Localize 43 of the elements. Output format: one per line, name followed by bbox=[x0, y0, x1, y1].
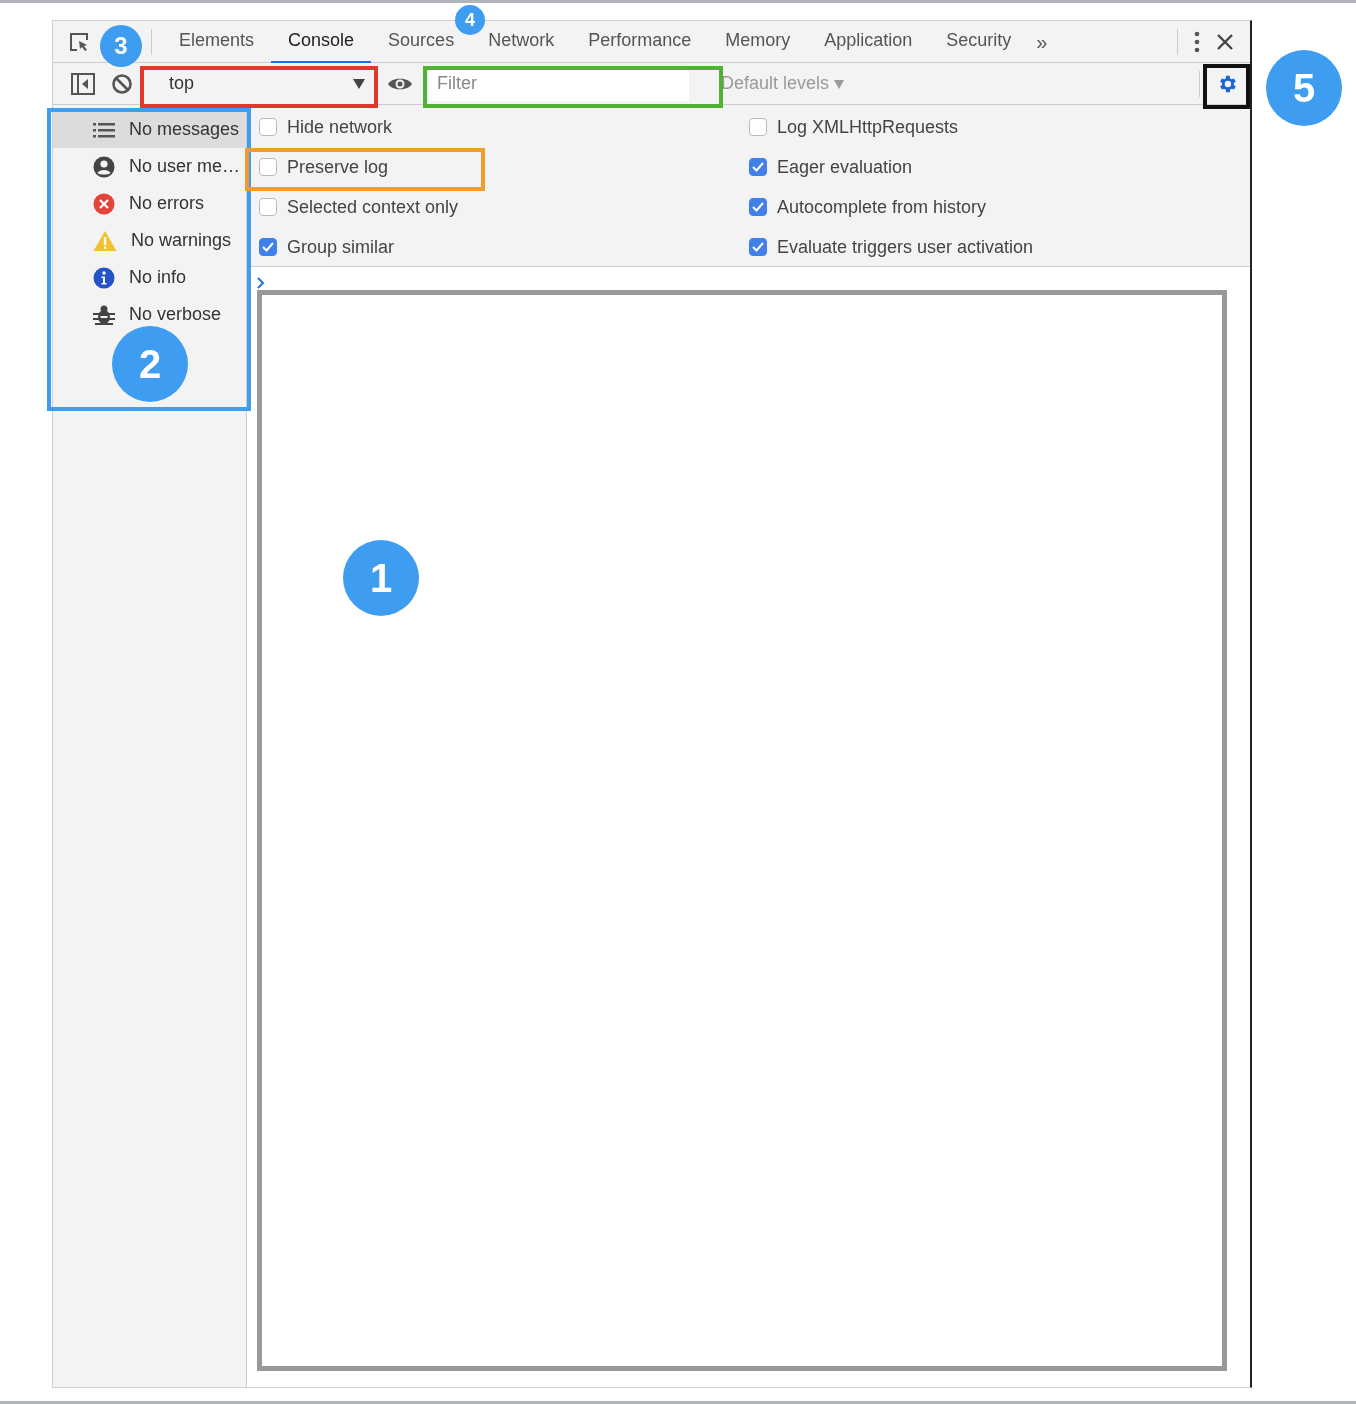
panel-tab[interactable]: Memory bbox=[708, 20, 808, 63]
list-icon bbox=[93, 121, 115, 138]
checkbox[interactable] bbox=[749, 118, 767, 136]
sidebar-item[interactable]: No errors bbox=[53, 185, 246, 222]
checkbox-label: Log XMLHttpRequests bbox=[777, 115, 959, 139]
checkbox[interactable] bbox=[749, 158, 767, 176]
sidebar-item[interactable]: No messages bbox=[53, 111, 246, 148]
overflow-button[interactable]: » bbox=[1028, 26, 1056, 57]
item-label: No user me… bbox=[129, 155, 241, 178]
number-badge: 4 bbox=[455, 5, 485, 35]
checkbox-label: Eager evaluation bbox=[777, 155, 913, 179]
checkbox[interactable] bbox=[749, 238, 767, 256]
checkbox-label: Autocomplete from history bbox=[777, 195, 987, 219]
panel-tab[interactable]: Application bbox=[807, 20, 930, 63]
error-icon bbox=[93, 192, 115, 215]
checkbox[interactable] bbox=[259, 198, 277, 216]
item-label: No verbose bbox=[129, 303, 222, 326]
info-icon bbox=[93, 266, 115, 289]
prompt-icon bbox=[257, 277, 265, 289]
warning-icon bbox=[93, 229, 117, 252]
panel-tab[interactable]: Elements bbox=[162, 20, 272, 63]
sidebar-item[interactable]: No warnings bbox=[53, 222, 246, 259]
checkbox[interactable] bbox=[259, 238, 277, 256]
checkbox-label: Preserve log bbox=[287, 155, 389, 179]
sidebar-item[interactable]: No user me… bbox=[53, 148, 246, 185]
item-label: No errors bbox=[129, 192, 204, 215]
number-badge: 5 bbox=[1266, 50, 1342, 126]
checkbox[interactable] bbox=[259, 158, 277, 176]
checkbox[interactable] bbox=[259, 118, 277, 136]
checkbox-label: Evaluate triggers user activation bbox=[777, 235, 1034, 259]
checkbox-label: Group similar bbox=[287, 235, 395, 259]
bug-icon bbox=[93, 303, 115, 326]
context-dropdown[interactable]: top bbox=[147, 65, 379, 102]
sidebar-item[interactable]: No info bbox=[53, 259, 246, 296]
item-label: No warnings bbox=[131, 229, 232, 252]
item-label: No messages bbox=[129, 118, 240, 141]
item-label: No info bbox=[129, 266, 187, 289]
user-icon bbox=[93, 155, 115, 178]
panel-tab[interactable]: Performance bbox=[571, 20, 709, 63]
checkbox-label: Hide network bbox=[287, 115, 393, 139]
checkbox-label: Selected context only bbox=[287, 195, 459, 219]
panel-tab[interactable]: Security bbox=[929, 20, 1029, 63]
checkbox[interactable] bbox=[749, 198, 767, 216]
